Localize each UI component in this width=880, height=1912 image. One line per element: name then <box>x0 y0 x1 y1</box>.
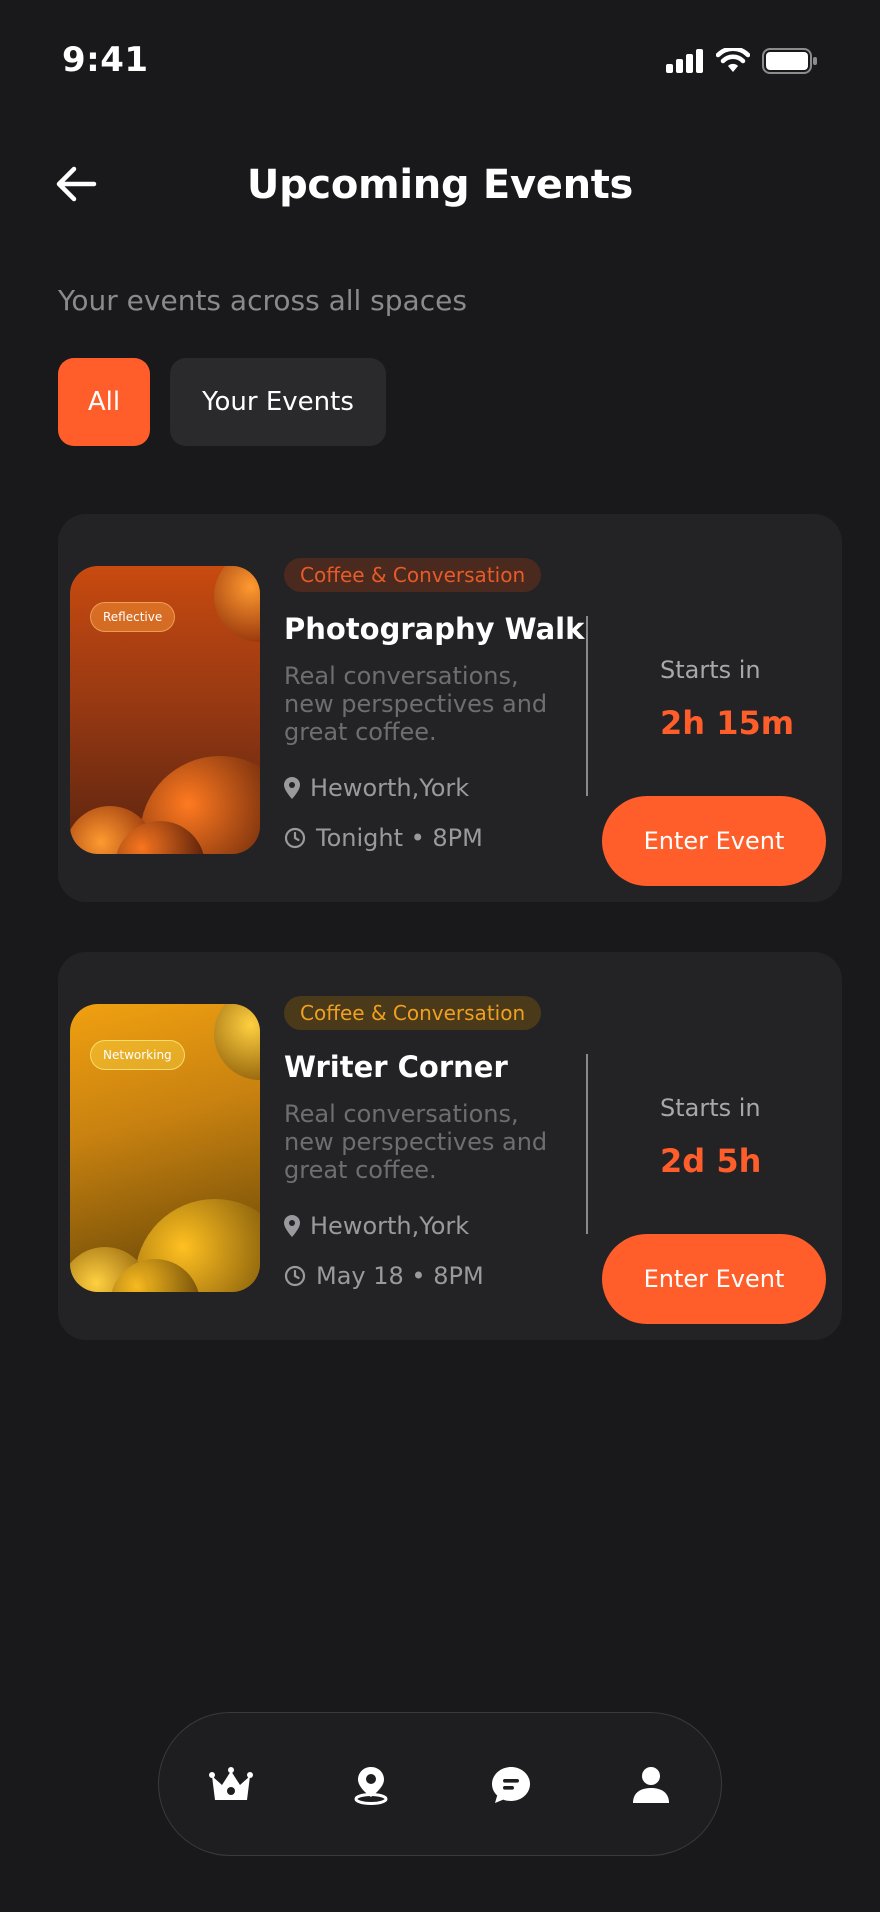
event-time-text: May 18 • 8PM <box>316 1262 484 1290</box>
starts-in-label: Starts in <box>660 656 761 684</box>
event-title: Photography Walk <box>284 612 585 646</box>
tab-chat[interactable] <box>481 1755 541 1815</box>
card-divider <box>586 1054 588 1234</box>
chat-icon <box>492 1767 530 1803</box>
profile-icon <box>633 1767 669 1803</box>
event-time: Tonight • 8PM <box>284 824 483 852</box>
cellular-signal-icon <box>666 49 703 73</box>
event-time: May 18 • 8PM <box>284 1262 484 1290</box>
wifi-icon <box>716 48 750 72</box>
event-location: Heworth,York <box>284 774 469 802</box>
status-bar: 9:41 <box>0 0 880 120</box>
event-description: Real conversations, new perspectives and… <box>284 662 548 746</box>
event-card[interactable]: Reflective Coffee & Conversation Photogr… <box>58 514 842 902</box>
map-pin-icon <box>354 1767 388 1805</box>
card-divider <box>586 616 588 796</box>
event-time-text: Tonight • 8PM <box>316 824 483 852</box>
thumbnail-tag: Reflective <box>90 602 176 632</box>
tab-map[interactable] <box>341 1755 401 1815</box>
bottom-tab-bar <box>158 1712 722 1856</box>
enter-event-button[interactable]: Enter Event <box>602 796 826 886</box>
page-subtitle: Your events across all spaces <box>58 284 467 317</box>
event-card[interactable]: Networking Coffee & Conversation Writer … <box>58 952 842 1340</box>
event-location-text: Heworth,York <box>310 1212 470 1240</box>
filter-chip-all[interactable]: All <box>58 358 150 446</box>
status-icons <box>666 48 818 74</box>
clock-icon <box>284 827 306 849</box>
header: Upcoming Events <box>0 150 880 220</box>
enter-event-button[interactable]: Enter Event <box>602 1234 826 1324</box>
event-title: Writer Corner <box>284 1050 508 1084</box>
status-time: 9:41 <box>62 40 149 80</box>
category-badge: Coffee & Conversation <box>284 558 542 592</box>
crown-icon <box>209 1767 253 1800</box>
filter-chip-your-events[interactable]: Your Events <box>170 358 386 446</box>
category-badge: Coffee & Conversation <box>284 996 542 1030</box>
event-location: Heworth,York <box>284 1212 469 1240</box>
filter-chips: All Your Events <box>58 358 386 446</box>
tab-crown[interactable] <box>201 1755 261 1815</box>
event-description: Real conversations, new perspectives and… <box>284 1100 548 1184</box>
location-pin-icon <box>284 777 300 799</box>
location-pin-icon <box>284 1215 300 1237</box>
event-location-text: Heworth,York <box>310 774 470 802</box>
event-thumbnail: Networking <box>70 1004 260 1292</box>
clock-icon <box>284 1265 306 1287</box>
battery-icon <box>762 48 817 74</box>
tab-profile[interactable] <box>621 1755 681 1815</box>
starts-in-label: Starts in <box>660 1094 761 1122</box>
starts-in-value: 2d 5h <box>660 1142 762 1180</box>
event-thumbnail: Reflective <box>70 566 260 854</box>
thumbnail-tag: Networking <box>90 1040 185 1070</box>
page-title: Upcoming Events <box>246 162 634 208</box>
starts-in-value: 2h 15m <box>660 704 795 742</box>
